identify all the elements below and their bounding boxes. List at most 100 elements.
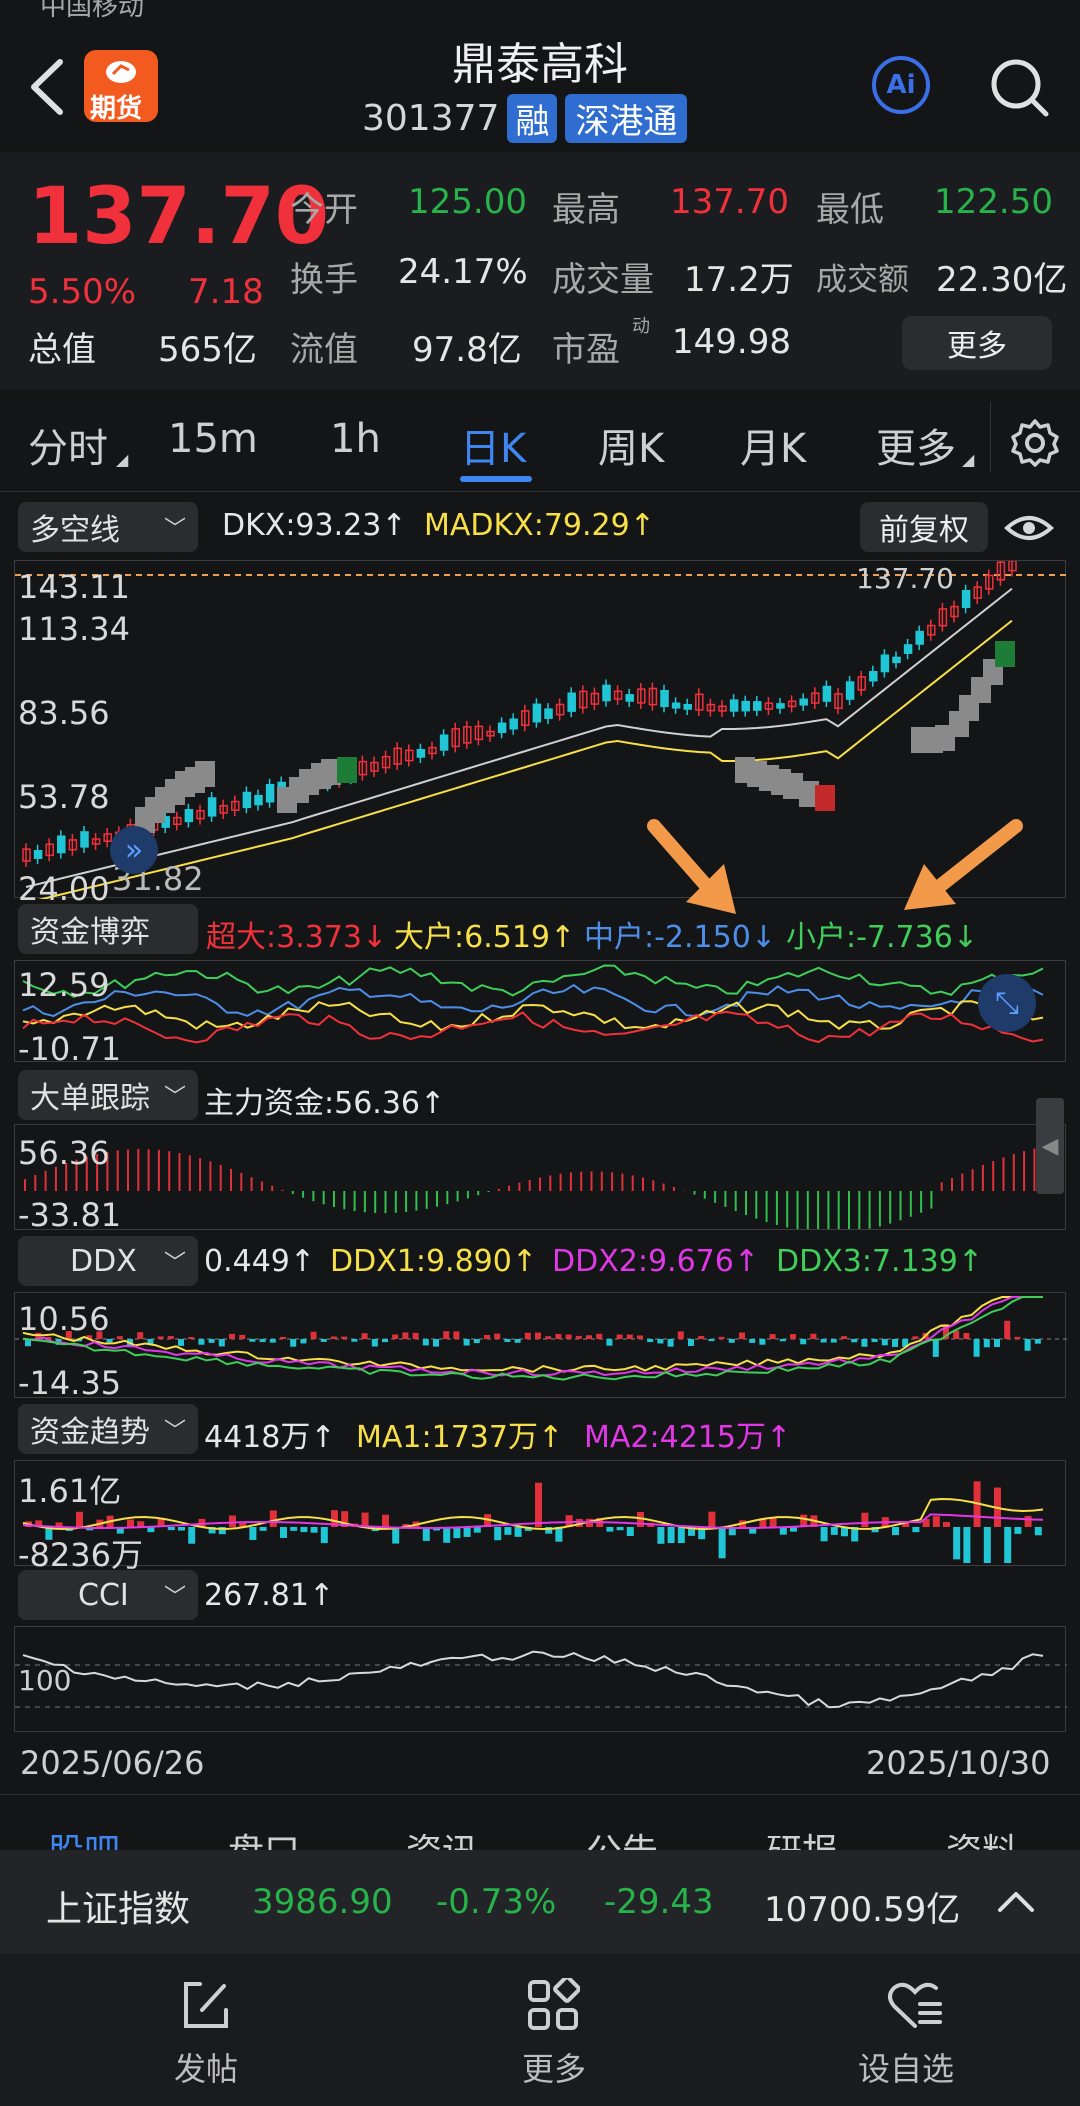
fund-trend-bar [953, 1527, 961, 1560]
candle-body [660, 689, 669, 708]
tab-news[interactable]: 资讯 [406, 1823, 478, 1850]
more-quote-button[interactable]: 更多 [902, 316, 1052, 370]
tab-weekly-k[interactable]: 周K [598, 416, 664, 474]
cci-select[interactable]: CCI ﹀ [18, 1570, 198, 1620]
main-indicator-select[interactable]: 多空线 ﹀ [18, 502, 198, 552]
chevron-down-icon: ﹀ [163, 1419, 186, 1444]
fund-trend-bar [290, 1527, 298, 1531]
high-label: 最高 [552, 190, 620, 230]
fund-trend-bar [943, 1522, 950, 1527]
big-order-label: 大单跟踪 [30, 1081, 150, 1116]
candle-body [741, 700, 750, 712]
index-ticker-bar[interactable]: 上证指数 3986.90 -0.73% -29.43 10700.59亿 [0, 1850, 1080, 1954]
fund-trend-bar [269, 1510, 277, 1527]
cci-reference-label: 100 [18, 1664, 72, 1697]
ai-icon: Ai [886, 70, 916, 100]
search-button[interactable] [988, 56, 1052, 124]
post-button[interactable]: 发帖 [140, 1978, 270, 2098]
cci-label: CCI [78, 1577, 129, 1613]
tab-15m[interactable]: 15m [168, 416, 258, 462]
y-axis-label: -10.71 [18, 1030, 122, 1068]
tab-monthly-k[interactable]: 月K [740, 416, 806, 474]
fund-trend-bar [392, 1527, 400, 1544]
ddx-bar [912, 1336, 919, 1339]
scroll-right-button[interactable]: » [110, 826, 158, 874]
cci-chart[interactable] [14, 1626, 1067, 1732]
fund-trend-bar [188, 1527, 196, 1544]
fund-trend-chart[interactable] [14, 1460, 1066, 1566]
chevron-down-icon: ﹀ [163, 1251, 186, 1276]
fund-trend-bar [912, 1527, 920, 1533]
ddx-bar [484, 1334, 490, 1339]
ddx-select[interactable]: DDX ﹀ [18, 1236, 198, 1286]
tab-profile[interactable]: 资料 [946, 1823, 1018, 1850]
more-nav-button[interactable]: 更多 [488, 1978, 618, 2098]
ddx-bar [208, 1339, 215, 1343]
volume-value: 17.2万 [684, 260, 794, 300]
fund-trend-bar [422, 1527, 430, 1541]
tab-orderbook[interactable]: 盘口 [228, 1823, 300, 1850]
candle-body [671, 702, 681, 709]
tab-announcements[interactable]: 公告 [586, 1823, 658, 1850]
ddx-chart[interactable] [14, 1292, 1067, 1398]
total-value: 565亿 [158, 330, 257, 370]
expand-button[interactable]: ⤡ [978, 974, 1036, 1032]
candle-body [497, 722, 507, 734]
expand-icon: ⤡ [995, 985, 1019, 1021]
big-order-chart[interactable] [14, 1124, 1066, 1230]
y-axis-label: 10.56 [18, 1300, 110, 1338]
fund-trend-label: 资金趋势 [30, 1415, 150, 1450]
y-axis-label: 24.00 [18, 870, 110, 908]
fund-trend-select[interactable]: 资金趋势 ﹀ [18, 1404, 198, 1454]
fund-trend-bar [616, 1527, 624, 1531]
tab-timeshare[interactable]: 分时 [28, 416, 108, 474]
add-watchlist-button[interactable]: 设自选 [840, 1978, 990, 2098]
ai-button[interactable]: Ai [872, 56, 930, 114]
cci-line [22, 1650, 1044, 1709]
date-end: 2025/10/30 [866, 1744, 1051, 1782]
fund-game-chart[interactable] [14, 960, 1066, 1062]
ddx-bar [422, 1339, 429, 1346]
tab-daily-k[interactable]: 日K [460, 416, 526, 474]
ddx-bar [749, 1339, 756, 1343]
tab-forum[interactable]: 股吧 [48, 1823, 120, 1850]
ddx-bar [779, 1339, 786, 1342]
last-price-marker: 137.70 [856, 562, 954, 595]
fund-trend-bar [657, 1527, 665, 1544]
adjust-button[interactable]: 前复权 [860, 502, 988, 552]
stock-code: 301377 [362, 98, 500, 139]
ddx-bar [739, 1332, 745, 1339]
ddx-bar [463, 1339, 470, 1346]
ddx-bar [106, 1339, 113, 1343]
side-panel-handle[interactable]: ◀ [1036, 1098, 1064, 1194]
fund-game-select[interactable]: 资金博弈 [18, 904, 198, 954]
fund-trend-bar [820, 1527, 828, 1542]
fund-trend-bar [361, 1512, 369, 1527]
ddx-bar [841, 1336, 847, 1339]
fund-trend-bar [535, 1482, 542, 1527]
dkx-value: DKX:93.23↑ [222, 508, 407, 543]
fund-game-canvas [22, 964, 1044, 1044]
ddx1-value: DDX1:9.890↑ [330, 1244, 537, 1279]
chevron-down-icon: ﹀ [163, 1585, 186, 1610]
search-icon [991, 59, 1049, 117]
post-label: 发帖 [174, 2050, 239, 2088]
visibility-toggle[interactable] [1004, 508, 1054, 552]
fund-trend-bar [473, 1527, 481, 1533]
ddx-bar [116, 1336, 123, 1339]
ddx-bar [229, 1333, 235, 1339]
tab-more[interactable]: 更多 [876, 416, 956, 474]
tab-1h[interactable]: 1h [330, 416, 381, 462]
tab-research[interactable]: 研报 [766, 1823, 838, 1850]
ddx-bar [402, 1332, 409, 1339]
ddx-bar [310, 1331, 317, 1339]
fund-trend-ma2: MA2:4215万↑ [584, 1420, 792, 1455]
chart-settings-button[interactable] [1010, 418, 1060, 472]
chevron-up-icon[interactable] [996, 1884, 1036, 1918]
fund-trend-bar [1034, 1527, 1042, 1536]
ddx-bar [932, 1339, 939, 1357]
big-order-select[interactable]: 大单跟踪 ﹀ [18, 1070, 198, 1120]
add-watchlist-label: 设自选 [858, 2050, 955, 2088]
volume-label: 成交量 [552, 260, 654, 300]
ddx-bar [443, 1331, 450, 1339]
